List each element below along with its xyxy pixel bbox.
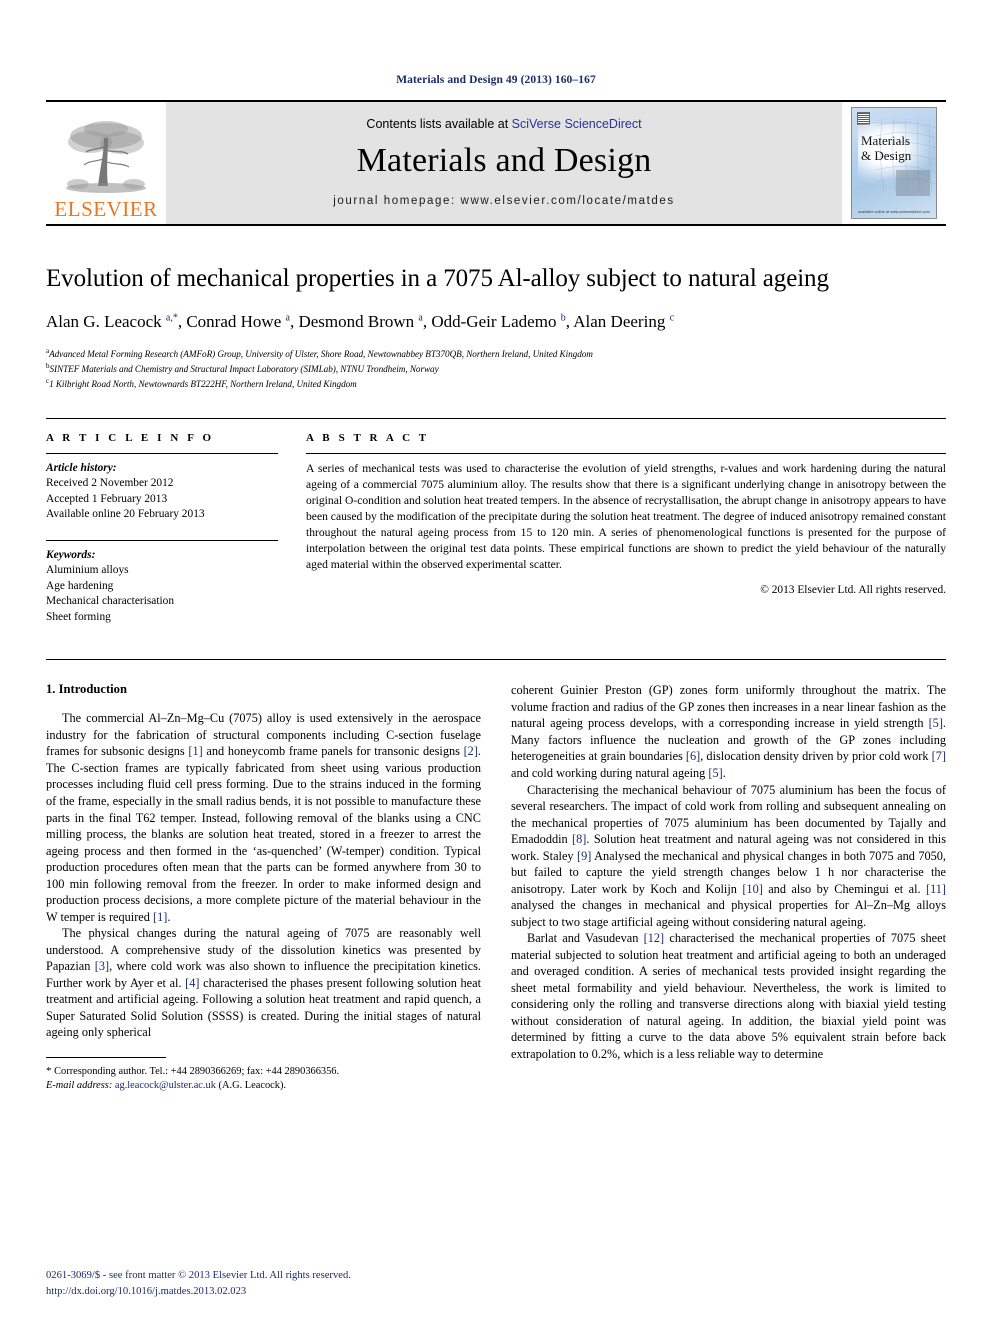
- paragraph: Characterising the mechanical behaviour …: [511, 782, 947, 929]
- cover-block-graphic: [896, 170, 930, 196]
- paragraph: The physical changes during the natural …: [46, 926, 482, 1040]
- email-link[interactable]: ag.leacock@ulster.ac.uk: [115, 1080, 216, 1091]
- cover-title-line1: Materials: [861, 133, 911, 148]
- cover-footer-text: available online at www.sciencedirect.co…: [858, 210, 930, 214]
- elsevier-tree-icon: [66, 121, 146, 193]
- author-marker: a: [285, 311, 290, 323]
- paragraph: Barlat and Vasudevan [12] characterised …: [511, 931, 946, 1061]
- page-title: Evolution of mechanical properties in a …: [46, 265, 829, 292]
- affiliation-item: c1 Kilbright Road North, Newtownards BT2…: [46, 376, 946, 391]
- running-head: Materials and Design 49 (2013) 160–167: [396, 74, 596, 86]
- history-online: Available online 20 February 2013: [46, 508, 205, 521]
- cover-image: Materials & Design available online at w…: [851, 107, 937, 219]
- article-history-label: Article history:: [46, 461, 117, 474]
- keywords-block: Keywords: Aluminium alloys Age hardening…: [46, 539, 278, 626]
- contents-available-line: Contents lists available at SciVerse Sci…: [366, 117, 641, 131]
- paragraph: coherent Guinier Preston (GP) zones form…: [511, 683, 946, 780]
- abstract-copyright: © 2013 Elsevier Ltd. All rights reserved…: [760, 584, 946, 597]
- keywords-label: Keywords:: [46, 548, 96, 561]
- journal-band-center: Contents lists available at SciVerse Sci…: [166, 102, 842, 224]
- journal-cover-thumbnail: Materials & Design available online at w…: [842, 102, 946, 224]
- author-marker: c: [669, 311, 675, 323]
- issn-copyright-line: 0261-3069/$ - see front matter © 2013 El…: [46, 1270, 351, 1282]
- footnote-block: * Corresponding author. Tel.: +44 289036…: [46, 1056, 481, 1094]
- article-body: 1. Introduction The commercial Al–Zn–Mg–…: [46, 659, 946, 1093]
- doi-link[interactable]: http://dx.doi.org/10.1016/j.matdes.2013.…: [46, 1284, 351, 1299]
- affiliation-item: aAdvanced Metal Forming Research (AMFoR)…: [46, 346, 946, 361]
- imprint-block: 0261-3069/$ - see front matter © 2013 El…: [46, 1268, 351, 1299]
- affiliation-list: aAdvanced Metal Forming Research (AMFoR)…: [46, 346, 946, 392]
- cover-title: Materials & Design: [861, 133, 912, 164]
- abstract-column: A B S T R A C T A series of mechanical t…: [306, 432, 946, 626]
- body-column-right: coherent Guinier Preston (GP) zones form…: [511, 682, 946, 1093]
- contents-prefix: Contents lists available at: [366, 117, 509, 131]
- author-marker: a,*: [165, 311, 178, 323]
- elsevier-logo: ELSEVIER: [46, 102, 166, 224]
- divider: [46, 539, 278, 541]
- author-marker: a: [418, 311, 423, 323]
- article-info-column: A R T I C L E I N F O Article history: R…: [46, 432, 278, 626]
- keyword-item: Aluminium alloys: [46, 564, 129, 577]
- elsevier-wordmark: ELSEVIER: [54, 197, 158, 221]
- article-history-block: Article history: Received 2 November 201…: [46, 461, 278, 523]
- footnote-star: *: [46, 1064, 52, 1077]
- history-received: Received 2 November 2012: [46, 477, 174, 490]
- journal-homepage[interactable]: journal homepage: www.elsevier.com/locat…: [333, 195, 674, 207]
- journal-title: Materials and Design: [356, 142, 652, 179]
- footnote-rule: [46, 1056, 166, 1058]
- paper-page: Materials and Design 49 (2013) 160–167 E…: [0, 0, 992, 1323]
- email-label: E-mail address:: [46, 1080, 113, 1092]
- affiliation-text: 1 Kilbright Road North, Newtownards BT22…: [49, 379, 357, 390]
- journal-header-band: ELSEVIER Contents lists available at Sci…: [46, 100, 946, 226]
- cover-title-line2: & Design: [861, 147, 912, 163]
- keyword-item: Sheet forming: [46, 610, 111, 623]
- affiliation-item: bSINTEF Materials and Chemistry and Stru…: [46, 361, 946, 376]
- affiliation-text: Advanced Metal Forming Research (AMFoR) …: [49, 348, 593, 359]
- keyword-item: Mechanical characterisation: [46, 595, 175, 608]
- divider: [306, 452, 946, 454]
- article-info-abstract-panel: A R T I C L E I N F O Article history: R…: [46, 417, 946, 626]
- paragraph: The commercial Al–Zn–Mg–Cu (7075) alloy …: [46, 711, 481, 924]
- email-suffix: (A.G. Leacock).: [218, 1080, 287, 1092]
- author-marker: b: [560, 311, 566, 323]
- abstract-text: A series of mechanical tests was used to…: [306, 461, 946, 572]
- history-accepted: Accepted 1 February 2013: [46, 492, 168, 505]
- author-list: Alan G. Leacock a,*, Conrad Howe a, Desm…: [46, 311, 675, 331]
- body-column-left: 1. Introduction The commercial Al–Zn–Mg–…: [46, 682, 481, 1093]
- corresponding-author-note: * Corresponding author. Tel.: +44 289036…: [46, 1064, 481, 1079]
- sciencedirect-link[interactable]: SciVerse ScienceDirect: [512, 117, 642, 131]
- article-info-heading: A R T I C L E I N F O: [46, 431, 215, 444]
- abstract-heading: A B S T R A C T: [306, 431, 430, 444]
- keyword-item: Age hardening: [46, 579, 114, 592]
- corresponding-author-text: Corresponding author. Tel.: +44 28903662…: [54, 1065, 340, 1077]
- section-heading-introduction: 1. Introduction: [46, 682, 127, 697]
- email-note: E-mail address: ag.leacock@ulster.ac.uk …: [46, 1079, 481, 1093]
- affiliation-text: SINTEF Materials and Chemistry and Struc…: [49, 364, 439, 375]
- divider: [46, 452, 278, 454]
